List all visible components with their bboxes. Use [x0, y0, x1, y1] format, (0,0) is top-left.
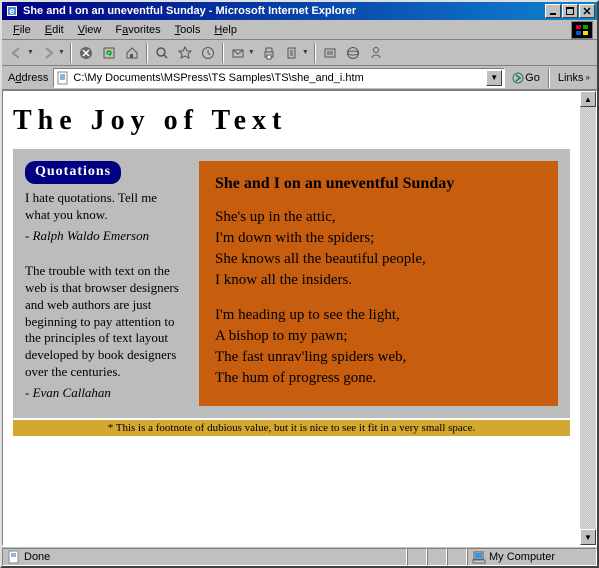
address-label: Address — [6, 72, 50, 84]
computer-icon — [472, 550, 486, 564]
ie-logo — [571, 21, 593, 39]
page-content: The Joy of Text Quotations I hate quotat… — [3, 91, 580, 545]
minimize-button[interactable] — [545, 4, 561, 18]
poem-box: She and I on an uneventful Sunday She's … — [199, 161, 558, 406]
poem-line: I know all the insiders. — [215, 270, 542, 291]
refresh-button[interactable] — [98, 42, 120, 64]
links-button[interactable]: Links » — [555, 72, 593, 84]
menu-edit[interactable]: Edit — [38, 22, 71, 38]
content-area: The Joy of Text Quotations I hate quotat… — [2, 90, 597, 546]
toolbar: ▼ ▼ ▼ ▼ — [2, 40, 597, 66]
status-pane: Done — [2, 548, 407, 566]
menu-help[interactable]: Help — [207, 22, 244, 38]
svg-text:e: e — [9, 6, 14, 16]
history-button[interactable] — [197, 42, 219, 64]
menu-bar: File Edit View Favorites Tools Help — [2, 20, 597, 40]
related-button[interactable] — [342, 42, 364, 64]
footnote: * This is a footnote of dubious value, b… — [13, 420, 570, 436]
quote-text: I hate quotations. Tell me what you know… — [25, 190, 185, 224]
quotations-badge: Quotations — [25, 161, 121, 184]
poem-line: I'm down with the spiders; — [215, 228, 542, 249]
content-block: Quotations I hate quotations. Tell me wh… — [13, 149, 570, 418]
poem-line: I'm heading up to see the light, — [215, 305, 542, 326]
toolbar-separator — [222, 43, 224, 63]
status-text: Done — [24, 551, 50, 563]
menu-favorites[interactable]: Favorites — [108, 22, 167, 38]
window-frame: e She and I on an uneventful Sunday - Mi… — [0, 0, 599, 568]
scroll-up-button[interactable]: ▲ — [580, 91, 596, 107]
vertical-scrollbar[interactable]: ▲ ▼ — [580, 91, 596, 545]
zone-pane: My Computer — [467, 548, 597, 566]
mail-dropdown[interactable]: ▼ — [248, 49, 257, 56]
window-title: She and I on an uneventful Sunday - Micr… — [23, 5, 545, 17]
toolbar-separator — [314, 43, 316, 63]
close-button[interactable] — [579, 4, 595, 18]
address-value: C:\My Documents\MSPress\TS Samples\TS\sh… — [73, 72, 363, 84]
edit-button[interactable] — [281, 42, 303, 64]
scroll-track[interactable] — [580, 107, 596, 529]
status-bar: Done My Computer — [2, 546, 597, 566]
print-button[interactable] — [258, 42, 280, 64]
go-button[interactable]: Go — [508, 68, 543, 88]
toolbar-separator — [146, 43, 148, 63]
stop-button[interactable] — [75, 42, 97, 64]
poem-line: She's up in the attic, — [215, 207, 542, 228]
mail-button[interactable] — [227, 42, 249, 64]
poem-line: A bishop to my pawn; — [215, 326, 542, 347]
back-dropdown[interactable]: ▼ — [27, 49, 36, 56]
favorites-button[interactable] — [174, 42, 196, 64]
address-dropdown[interactable]: ▼ — [486, 70, 502, 86]
status-pane-4 — [447, 548, 467, 566]
poem-title: She and I on an uneventful Sunday — [215, 175, 542, 193]
chevron-right-icon: » — [586, 73, 590, 82]
scroll-down-button[interactable]: ▼ — [580, 529, 596, 545]
maximize-button[interactable] — [562, 4, 578, 18]
discuss-button[interactable] — [319, 42, 341, 64]
poem-line: The fast unrav'ling spiders web, — [215, 347, 542, 368]
menu-view[interactable]: View — [71, 22, 109, 38]
status-pane-2 — [407, 548, 427, 566]
address-bar: Address C:\My Documents\MSPress\TS Sampl… — [2, 66, 597, 90]
quote-text: The trouble with text on the web is that… — [25, 263, 185, 381]
page-icon — [7, 550, 21, 564]
forward-dropdown[interactable]: ▼ — [58, 49, 67, 56]
back-button[interactable] — [6, 42, 28, 64]
app-icon: e — [4, 3, 20, 19]
search-button[interactable] — [151, 42, 173, 64]
status-pane-3 — [427, 548, 447, 566]
address-input[interactable]: C:\My Documents\MSPress\TS Samples\TS\sh… — [53, 68, 505, 88]
poem-line: The hum of progress gone. — [215, 368, 542, 389]
go-icon — [511, 71, 525, 85]
home-button[interactable] — [121, 42, 143, 64]
poem-line: She knows all the beautiful people, — [215, 249, 542, 270]
messenger-button[interactable] — [365, 42, 387, 64]
quote-author: - Evan Callahan — [25, 385, 185, 402]
zone-text: My Computer — [489, 551, 555, 563]
menu-file[interactable]: File — [6, 22, 38, 38]
page-icon — [56, 71, 70, 85]
page-heading: The Joy of Text — [13, 105, 570, 137]
forward-button[interactable] — [37, 42, 59, 64]
toolbar-separator — [548, 68, 550, 88]
poem-body: She's up in the attic,I'm down with the … — [215, 207, 542, 389]
window-controls — [545, 4, 595, 18]
menu-tools[interactable]: Tools — [168, 22, 208, 38]
quote-author: - Ralph Waldo Emerson — [25, 228, 185, 245]
toolbar-separator — [70, 43, 72, 63]
sidebar-column: Quotations I hate quotations. Tell me wh… — [25, 161, 185, 406]
edit-dropdown[interactable]: ▼ — [302, 49, 311, 56]
title-bar: e She and I on an uneventful Sunday - Mi… — [2, 2, 597, 20]
